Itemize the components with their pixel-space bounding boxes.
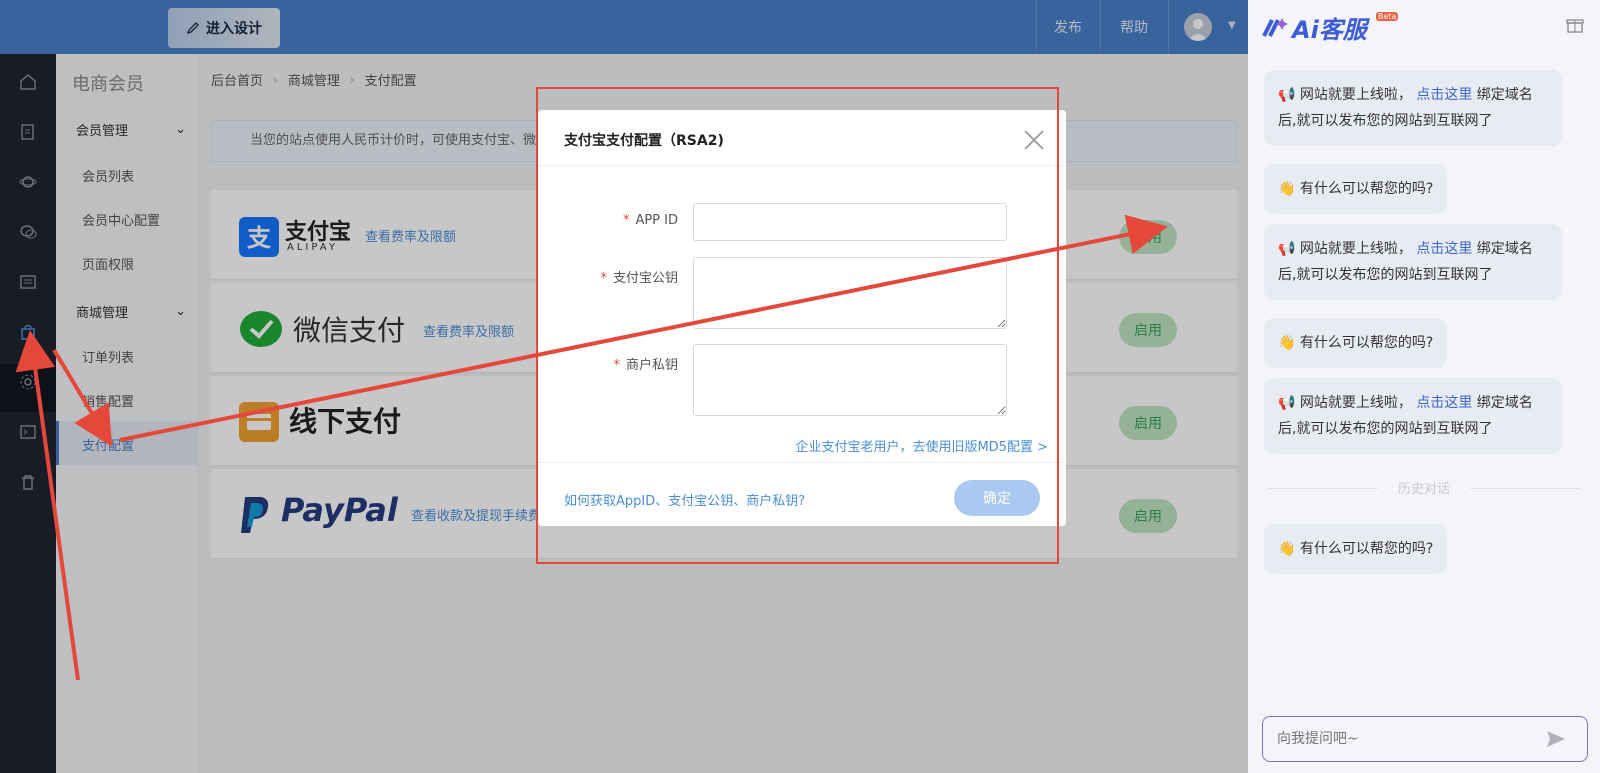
sparkle-icon — [1262, 18, 1288, 37]
wave-hand-icon: 👋 — [1278, 181, 1296, 197]
chat-message-notice: 📢 网站就要上线啦， 点击这里 绑定域名后,就可以发布您的网站到互联网了 — [1264, 378, 1562, 454]
beta-badge: Beta — [1376, 12, 1399, 21]
message-text: 有什么可以帮您的吗? — [1299, 541, 1434, 557]
chat-message-greet: 👋 有什么可以帮您的吗? — [1264, 318, 1448, 368]
click-here-link[interactable]: 点击这里 — [1416, 87, 1472, 103]
chat-message-greet: 👋 有什么可以帮您的吗? — [1264, 524, 1448, 574]
chat-message-greet: 👋 有什么可以帮您的吗? — [1264, 164, 1448, 214]
send-icon[interactable] — [1546, 730, 1566, 748]
gift-icon[interactable] — [1566, 16, 1584, 34]
click-here-link[interactable]: 点击这里 — [1416, 241, 1472, 257]
annotation-highlight-box — [536, 87, 1059, 564]
ai-chat-panel: Ai客服 Beta 📢 网站就要上线啦， 点击这里 绑定域名后,就可以发布您的网… — [1248, 0, 1600, 773]
megaphone-icon: 📢 — [1278, 241, 1296, 257]
ai-chat-brand: Ai客服 — [1292, 16, 1367, 44]
click-here-link[interactable]: 点击这里 — [1416, 395, 1472, 411]
message-text: 有什么可以帮您的吗? — [1299, 181, 1434, 197]
message-text: 有什么可以帮您的吗? — [1299, 335, 1434, 351]
message-text: 网站就要上线啦， — [1299, 395, 1412, 411]
chat-message-notice: 📢 网站就要上线啦， 点击这里 绑定域名后,就可以发布您的网站到互联网了 — [1264, 70, 1562, 146]
message-text: 网站就要上线啦， — [1299, 87, 1412, 103]
history-divider[interactable]: 历史对话 — [1268, 478, 1580, 497]
megaphone-icon: 📢 — [1278, 395, 1296, 411]
megaphone-icon: 📢 — [1278, 87, 1296, 103]
chat-input[interactable] — [1262, 716, 1588, 762]
chat-message-notice: 📢 网站就要上线啦， 点击这里 绑定域名后,就可以发布您的网站到互联网了 — [1264, 224, 1562, 300]
wave-hand-icon: 👋 — [1278, 541, 1296, 557]
message-text: 网站就要上线啦， — [1299, 241, 1412, 257]
wave-hand-icon: 👋 — [1278, 335, 1296, 351]
